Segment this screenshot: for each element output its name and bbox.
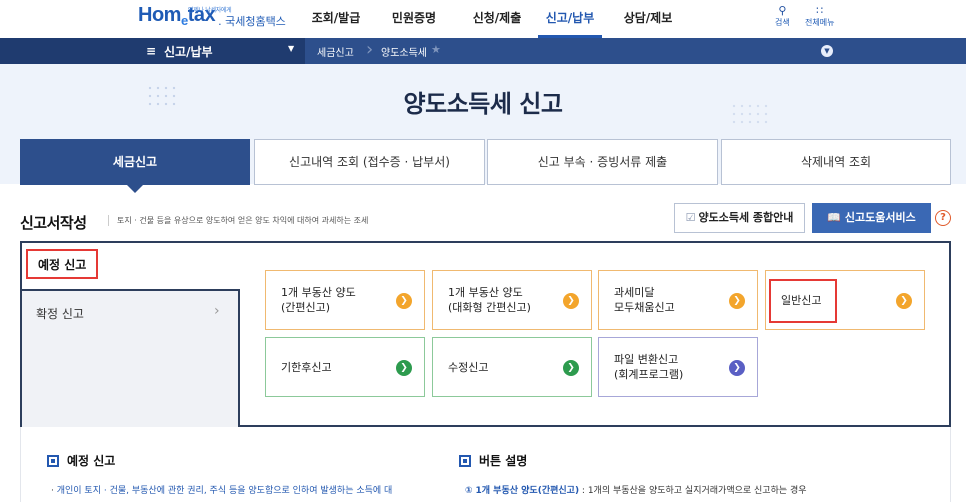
arrow-right-icon: ❯ xyxy=(396,360,412,376)
info-text-preliminary: · 개인이 토지 · 건물, 부동산에 관한 권리, 주식 등을 양도함으로 인… xyxy=(51,486,393,496)
breadcrumb-item-capital-gains[interactable]: 양도소득세 xyxy=(381,44,427,59)
square-bullet-icon xyxy=(47,454,59,467)
side-item-preliminary[interactable]: 예정 신고 xyxy=(22,243,240,289)
breadcrumb-item-tax-filing[interactable]: 세금신고 xyxy=(317,44,354,59)
question-icon[interactable]: ? xyxy=(935,210,951,226)
menu-toggle-label: 신고/납부 xyxy=(164,45,213,59)
side-item-label: 예정 신고 xyxy=(26,249,99,279)
info-text-buttons: ① 1개 부동산 양도(간편신고) : 1개의 부동산을 양도하고 실지거래가액… xyxy=(465,486,807,496)
side-menu-background xyxy=(22,335,240,427)
tab-deleted-history[interactable]: 삭제내역 조회 xyxy=(721,139,951,185)
card-label: 일반신고 xyxy=(781,294,822,307)
gnb-item-filing[interactable]: 신고/납부 xyxy=(538,0,602,38)
card-simple-filing[interactable]: 1개 부동산 양도 (간편신고) ❯ xyxy=(265,270,425,330)
square-bullet-icon xyxy=(459,454,471,467)
grid-icon: ∷ xyxy=(816,4,824,17)
card-label: 1개 부동산 양도 (간편신고) xyxy=(281,286,356,314)
help-service-button[interactable]: 📖 신고도움서비스 xyxy=(812,203,931,233)
card-label: 수정신고 xyxy=(448,361,489,374)
breadcrumb-bar: ≡ 신고/납부 ▼ 세금신고 › 양도소득세 ★ ▼ xyxy=(0,38,966,64)
section-description: 토지 · 건물 등을 유상으로 양도하여 얻은 양도 차익에 대하여 과세하는 … xyxy=(108,215,368,226)
checkbox-icon: ☑ xyxy=(685,211,696,224)
favorite-star-icon[interactable]: ★ xyxy=(431,43,441,56)
menu-toggle[interactable]: ≡ 신고/납부 ▼ xyxy=(0,38,305,64)
section-title: 신고서작성 xyxy=(20,214,87,232)
arrow-right-icon: ❯ xyxy=(729,360,745,376)
global-nav: 조회/발급 민원증명 신청/제출 신고/납부 상담/제보 xyxy=(300,0,694,38)
chevron-right-icon: › xyxy=(214,303,220,319)
book-icon: 📖 xyxy=(827,211,841,224)
breadcrumb-separator-icon: › xyxy=(366,39,374,60)
card-interactive-filing[interactable]: 1개 부동산 양도 (대화형 간편신고) ❯ xyxy=(432,270,592,330)
top-header: 언제나 납세자에게 Hometax . 국세청홈택스 조회/발급 민원증명 신청… xyxy=(0,0,966,38)
caret-down-icon: ▼ xyxy=(288,44,295,53)
info-section: 예정 신고 버튼 설명 · 개인이 토지 · 건물, 부동산에 관한 권리, 주… xyxy=(20,427,951,502)
search-icon: ⚲ xyxy=(778,4,787,17)
arrow-right-icon: ❯ xyxy=(729,293,745,309)
chevron-down-icon[interactable]: ▼ xyxy=(821,45,833,57)
arrow-right-icon: ❯ xyxy=(563,360,579,376)
logo-subtitle: . 국세청홈택스 xyxy=(218,15,286,28)
side-menu: 예정 신고 확정 신고 › xyxy=(22,243,240,427)
divider xyxy=(238,289,240,427)
card-below-threshold[interactable]: 과세미달 모두채움신고 ❯ xyxy=(598,270,758,330)
arrow-right-icon: ❯ xyxy=(896,293,912,309)
all-menu-button[interactable]: ∷ 전체메뉴 xyxy=(805,4,834,28)
page-title: 양도소득세 신고 xyxy=(403,90,563,118)
gnb-item-inquiry[interactable]: 조회/발급 xyxy=(300,0,372,38)
card-amended-filing[interactable]: 수정신고 ❯ xyxy=(432,337,592,397)
hamburger-icon: ≡ xyxy=(146,44,157,58)
card-label: 과세미달 모두채움신고 xyxy=(614,286,675,314)
search-button[interactable]: ⚲ 검색 xyxy=(775,4,790,28)
info-title-buttons: 버튼 설명 xyxy=(459,452,527,469)
guide-button[interactable]: ☑ 양도소득세 종합안내 xyxy=(674,203,805,233)
card-label: 파일 변환신고 (회계프로그램) xyxy=(614,353,684,381)
side-item-label: 확정 신고 xyxy=(36,307,84,321)
card-late-filing[interactable]: 기한후신고 ❯ xyxy=(265,337,425,397)
info-title-preliminary: 예정 신고 xyxy=(47,452,115,469)
gnb-item-consult[interactable]: 상담/제보 xyxy=(602,0,694,38)
gnb-item-certificates[interactable]: 민원증명 xyxy=(372,0,456,38)
gnb-item-application[interactable]: 신청/제출 xyxy=(456,0,538,38)
arrow-right-icon: ❯ xyxy=(563,293,579,309)
arrow-right-icon: ❯ xyxy=(396,293,412,309)
tab-filing-history[interactable]: 신고내역 조회 (접수증 · 납부서) xyxy=(254,139,485,185)
card-label: 기한후신고 xyxy=(281,361,332,374)
card-label: 1개 부동산 양도 (대화형 간편신고) xyxy=(448,286,531,314)
hometax-logo[interactable]: 언제나 납세자에게 Hometax . 국세청홈택스 xyxy=(138,4,286,33)
side-item-final[interactable]: 확정 신고 › xyxy=(22,289,240,335)
filing-panel: 예정 신고 확정 신고 › 1개 부동산 양도 (간편신고) ❯ 1개 부동산 양… xyxy=(20,241,951,427)
tab-tax-filing[interactable]: 세금신고 xyxy=(20,139,250,193)
card-file-conversion[interactable]: 파일 변환신고 (회계프로그램) ❯ xyxy=(598,337,758,397)
card-general-filing[interactable]: 일반신고 ❯ xyxy=(765,270,925,330)
tab-attachments[interactable]: 신고 부속 · 증빙서류 제출 xyxy=(487,139,718,185)
logo-tagline: 언제나 납세자에게 xyxy=(188,7,232,14)
